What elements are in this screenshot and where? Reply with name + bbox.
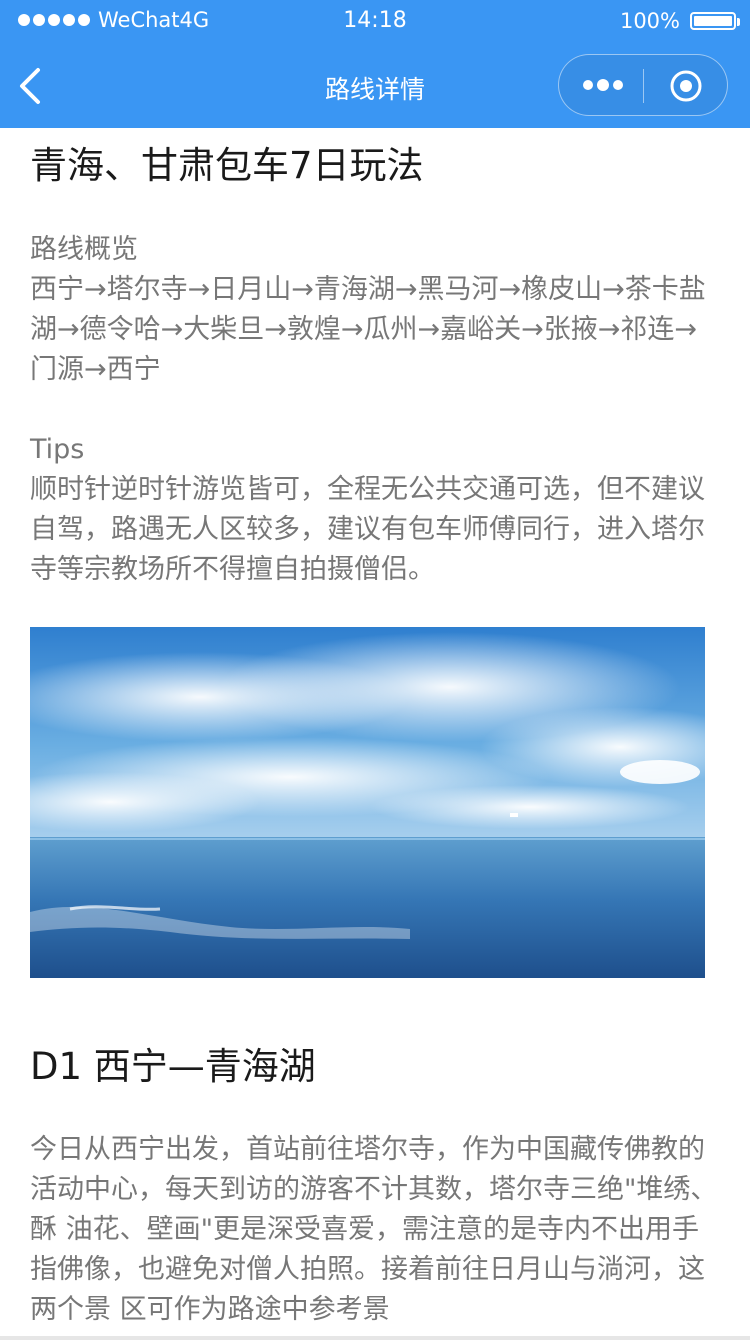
close-button[interactable] xyxy=(669,69,703,103)
overview-label: 路线概览 xyxy=(30,234,138,265)
article-content: 青海、甘肃包车7日玩法 路线概览 西宁→塔尔寺→日月山→青海湖→黑马河→橡皮山→… xyxy=(30,128,720,590)
target-close-icon xyxy=(670,70,702,102)
battery-icon xyxy=(690,12,740,30)
more-dots-icon xyxy=(583,80,593,90)
battery-info: 100% xyxy=(619,9,740,33)
more-button[interactable] xyxy=(581,73,625,97)
battery-percent: 100% xyxy=(619,9,680,33)
tips-section: Tips 顺时针逆时针游览皆可，全程无公共交通可选，但不建议自驾，路遇无人区较多… xyxy=(30,430,720,590)
tips-text: 顺时针逆时针游览皆可，全程无公共交通可选，但不建议自驾，路遇无人区较多，建议有包… xyxy=(30,474,705,585)
status-bar: WeChat4G 14:18 100% xyxy=(0,0,750,44)
day1-title: D1 西宁—青海湖 xyxy=(30,1045,316,1088)
lake-photo xyxy=(30,627,705,978)
tips-label: Tips xyxy=(30,434,85,465)
overview-text: 西宁→塔尔寺→日月山→青海湖→黑马河→橡皮山→茶卡盐湖→德令哈→大柴旦→敦煌→瓜… xyxy=(30,274,706,385)
article-title: 青海、甘肃包车7日玩法 xyxy=(30,144,424,187)
day1-text: 今日从西宁出发，首站前往塔尔寺，作为中国藏传佛教的活动中心，每天到访的游客不计其… xyxy=(30,1134,718,1325)
top-header: WeChat4G 14:18 100% 路线详情 xyxy=(0,0,750,128)
miniprogram-capsule xyxy=(558,54,728,116)
capsule-divider xyxy=(643,69,644,103)
bottom-divider xyxy=(0,1336,750,1340)
overview-section: 路线概览 西宁→塔尔寺→日月山→青海湖→黑马河→橡皮山→茶卡盐湖→德令哈→大柴旦… xyxy=(30,230,720,390)
